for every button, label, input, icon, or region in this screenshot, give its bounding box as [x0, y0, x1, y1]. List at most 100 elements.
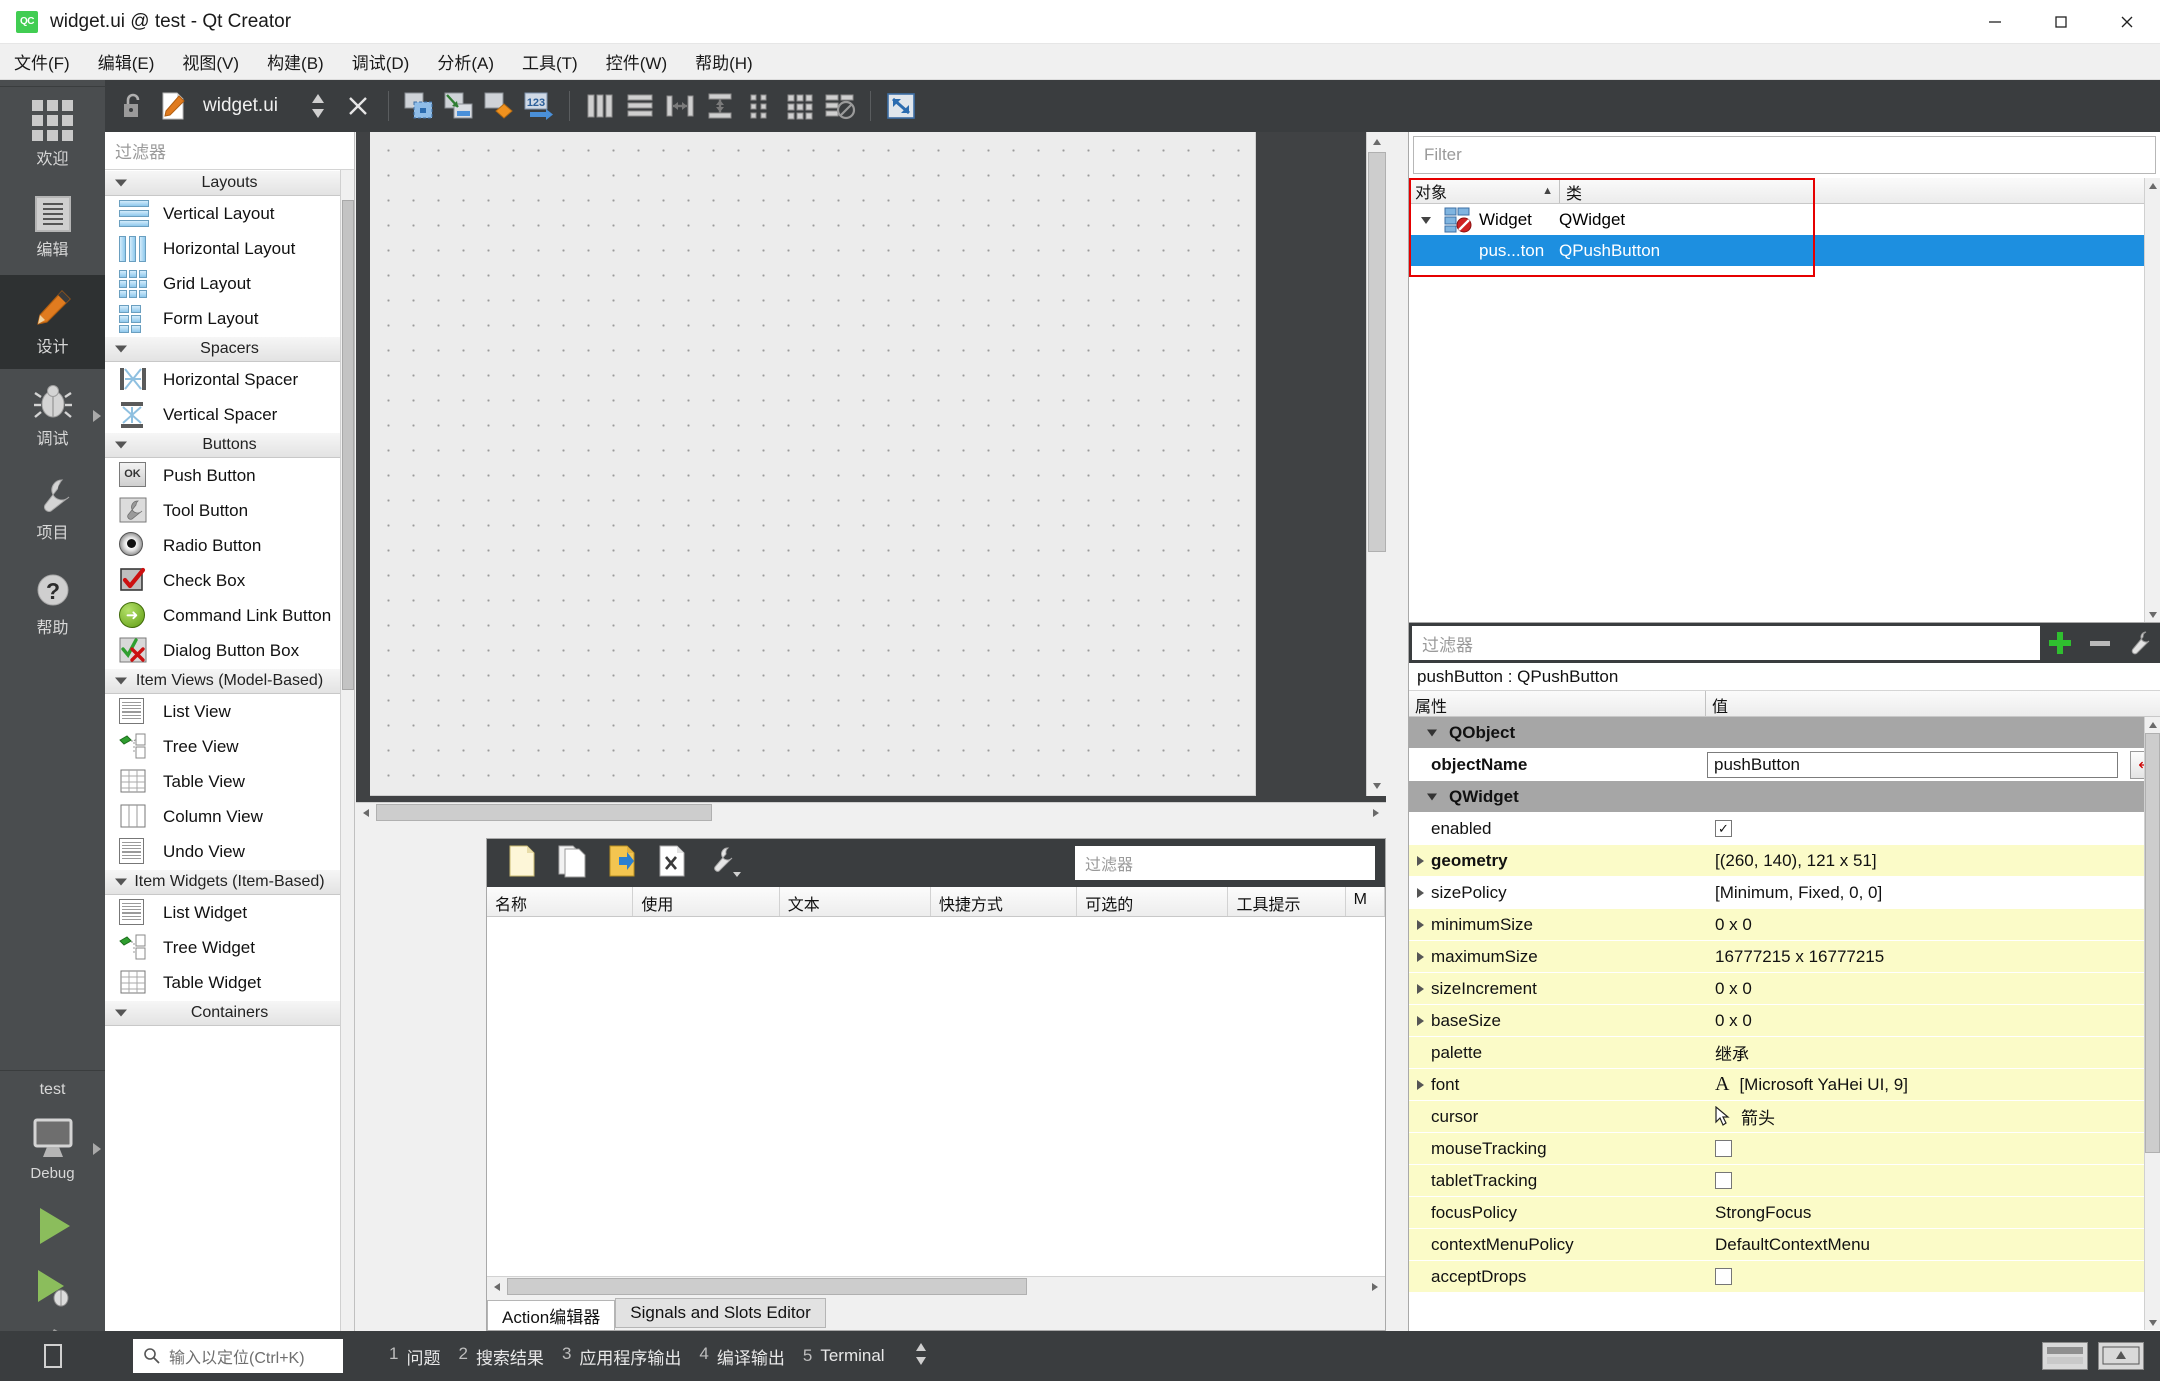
tab-action-editor[interactable]: Action编辑器 — [487, 1300, 616, 1330]
widget-item-grid-layout[interactable]: Grid Layout — [105, 266, 354, 301]
property-row-focuspolicy[interactable]: focusPolicy StrongFocus — [1409, 1197, 2160, 1229]
widget-group-item-views[interactable]: Item Views (Model-Based) — [105, 668, 354, 694]
layout-vertical-icon[interactable] — [622, 88, 658, 124]
objectname-input[interactable]: pushButton — [1707, 751, 2118, 778]
property-row-mousetracking[interactable]: mouseTracking — [1409, 1133, 2160, 1165]
break-layout-icon[interactable] — [822, 88, 858, 124]
mode-debug[interactable]: 调试 — [0, 369, 105, 463]
menu-build[interactable]: 构建(B) — [253, 45, 338, 78]
output-pane-toggle-button[interactable] — [2042, 1342, 2088, 1370]
layout-splitter-vertical-icon[interactable] — [702, 88, 738, 124]
lock-open-icon[interactable] — [115, 88, 151, 124]
widget-box-scrollbar[interactable] — [340, 170, 354, 1331]
copy-action-icon[interactable] — [557, 844, 587, 883]
chevron-right-icon[interactable] — [1417, 855, 1424, 866]
object-inspector-scrollbar[interactable] — [2144, 178, 2160, 622]
output-pane-compile-output[interactable]: 4 编译输出 — [699, 1344, 784, 1369]
widget-item-form-layout[interactable]: Form Layout — [105, 301, 354, 336]
action-editor-hscrollbar[interactable] — [487, 1276, 1385, 1296]
object-inspector-filter-input[interactable]: Filter — [1413, 136, 2156, 174]
property-row-sizeincrement[interactable]: sizeIncrement 0 x 0 — [1409, 973, 2160, 1005]
property-editor-filter-input[interactable]: 过滤器 — [1412, 626, 2040, 660]
scroll-left-arrow-icon[interactable] — [488, 1278, 506, 1296]
action-editor-filter-input[interactable]: 过滤器 — [1075, 846, 1375, 880]
chevron-right-icon[interactable] — [1417, 1015, 1424, 1026]
property-row-objectname[interactable]: objectName pushButton ↵ — [1409, 749, 2160, 781]
mousetracking-checkbox[interactable] — [1715, 1140, 1732, 1157]
menu-edit[interactable]: 编辑(E) — [84, 45, 169, 78]
scroll-down-arrow-icon[interactable] — [1368, 777, 1386, 795]
widget-group-containers[interactable]: Containers — [105, 1000, 354, 1026]
widget-item-vertical-spacer[interactable]: Vertical Spacer — [105, 397, 354, 432]
chevron-right-icon[interactable] — [1417, 887, 1424, 898]
widget-item-list-view[interactable]: List View — [105, 694, 354, 729]
enabled-checkbox[interactable]: ✓ — [1715, 820, 1732, 837]
edit-action-icon[interactable] — [607, 844, 637, 883]
chevron-right-icon[interactable] — [1417, 919, 1424, 930]
widget-group-buttons[interactable]: Buttons — [105, 432, 354, 458]
widget-item-table-view[interactable]: Table View — [105, 764, 354, 799]
column-text[interactable]: 文本 — [780, 887, 931, 916]
run-button[interactable] — [0, 1195, 105, 1257]
column-used[interactable]: 使用 — [633, 887, 780, 916]
widget-item-table-widget[interactable]: Table Widget — [105, 965, 354, 1000]
widget-item-radio-button[interactable]: Radio Button — [105, 528, 354, 563]
column-checkable[interactable]: 可选的 — [1077, 887, 1229, 916]
adjust-size-icon[interactable] — [883, 88, 919, 124]
property-row-enabled[interactable]: enabled ✓ — [1409, 813, 2160, 845]
close-button[interactable] — [2094, 0, 2160, 44]
menu-help[interactable]: 帮助(H) — [681, 45, 767, 78]
widget-item-tool-button[interactable]: Tool Button — [105, 493, 354, 528]
edit-signals-slots-icon[interactable] — [441, 88, 477, 124]
canvas-hscroll-thumb[interactable] — [376, 804, 712, 821]
menu-widgets[interactable]: 控件(W) — [592, 45, 681, 78]
property-row-minimumsize[interactable]: minimumSize 0 x 0 — [1409, 909, 2160, 941]
widget-item-undo-view[interactable]: Undo View — [105, 834, 354, 869]
debug-run-button[interactable] — [0, 1257, 105, 1319]
widget-group-item-widgets[interactable]: Item Widgets (Item-Based) — [105, 869, 354, 895]
widget-item-command-link-button[interactable]: ➜ Command Link Button — [105, 598, 354, 633]
chevron-right-icon[interactable] — [1417, 951, 1424, 962]
widget-item-tree-view[interactable]: Tree View — [105, 729, 354, 764]
split-updown-icon[interactable] — [300, 88, 336, 124]
property-row-palette[interactable]: palette 继承 — [1409, 1037, 2160, 1069]
property-row-tablettracking[interactable]: tabletTracking — [1409, 1165, 2160, 1197]
open-file-name[interactable]: widget.ui — [203, 95, 278, 117]
acceptdrops-checkbox[interactable] — [1715, 1268, 1732, 1285]
scroll-up-arrow-icon[interactable] — [2145, 717, 2160, 732]
maximize-button[interactable] — [2028, 0, 2094, 44]
property-row-font[interactable]: font A [Microsoft YaHei UI, 9] — [1409, 1069, 2160, 1101]
widget-item-check-box[interactable]: Check Box — [105, 563, 354, 598]
property-group-qobject[interactable]: QObject — [1409, 717, 2160, 749]
menu-debug[interactable]: 调试(D) — [338, 45, 424, 78]
property-row-cursor[interactable]: cursor 箭头 — [1409, 1101, 2160, 1133]
statusbar-corner-toggle[interactable] — [0, 1331, 105, 1381]
locator-input[interactable]: 输入以定位(Ctrl+K) — [133, 1339, 343, 1373]
mode-design[interactable]: 设计 — [0, 275, 105, 369]
new-action-icon[interactable] — [507, 844, 537, 883]
output-pane-terminal[interactable]: 5 Terminal — [803, 1346, 885, 1366]
column-name[interactable]: 名称 — [487, 887, 634, 916]
updown-arrows-icon[interactable] — [913, 1339, 929, 1374]
widget-group-layouts[interactable]: Layouts — [105, 170, 354, 196]
column-value[interactable]: 值 — [1705, 691, 2160, 716]
property-group-qwidget[interactable]: QWidget — [1409, 781, 2160, 813]
scroll-up-arrow-icon[interactable] — [2145, 178, 2160, 193]
mode-welcome[interactable]: 欢迎 — [0, 87, 105, 181]
object-row-pushbutton[interactable]: pus...ton QPushButton — [1409, 235, 2160, 266]
widget-item-column-view[interactable]: Column View — [105, 799, 354, 834]
column-object[interactable]: 对象 ▲ — [1409, 178, 1559, 203]
widget-group-spacers[interactable]: Spacers — [105, 336, 354, 362]
chevron-right-icon[interactable] — [1417, 1079, 1424, 1090]
mode-help[interactable]: ? 帮助 — [0, 557, 105, 651]
widget-item-vertical-layout[interactable]: Vertical Layout — [105, 196, 354, 231]
add-property-button[interactable] — [2040, 623, 2080, 663]
canvas-vertical-scrollbar[interactable] — [1366, 132, 1386, 796]
minimize-button[interactable] — [1962, 0, 2028, 44]
column-shortcut[interactable]: 快捷方式 — [931, 887, 1078, 916]
column-property[interactable]: 属性 — [1409, 691, 1705, 716]
close-editor-icon[interactable] — [340, 88, 376, 124]
property-row-maximumsize[interactable]: maximumSize 16777215 x 16777215 — [1409, 941, 2160, 973]
edit-widgets-icon[interactable] — [401, 88, 437, 124]
layout-horizontal-icon[interactable] — [582, 88, 618, 124]
